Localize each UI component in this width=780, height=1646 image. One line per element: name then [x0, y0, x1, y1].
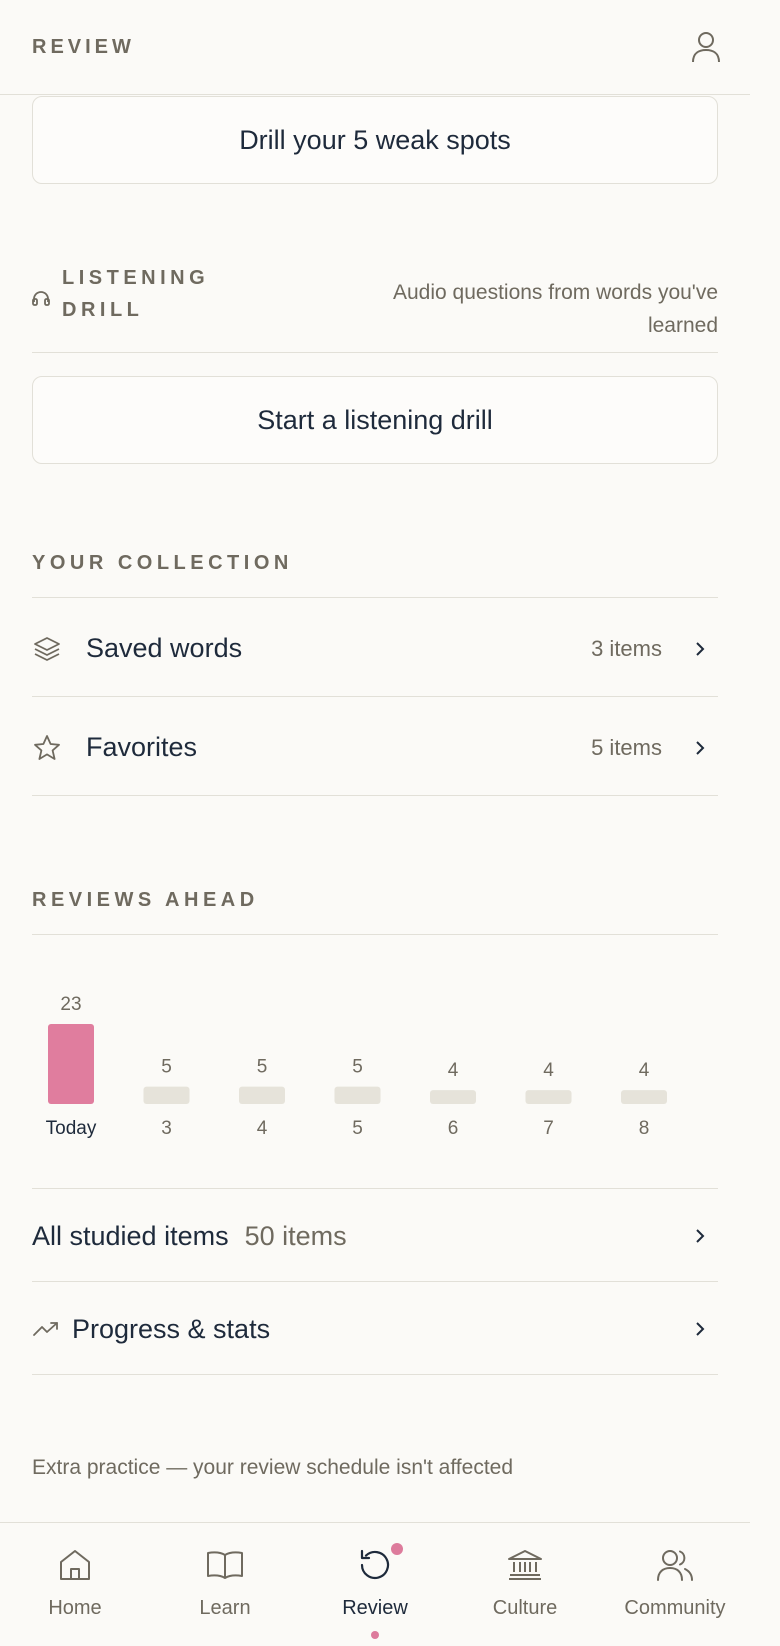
nav-home-label: Home [48, 1597, 102, 1619]
chart-value-label: 5 [257, 1057, 268, 1078]
chart-category-label: 5 [352, 1118, 363, 1139]
collection-section-label: YOUR COLLECTION [32, 552, 293, 574]
nav-community[interactable]: Community [600, 1523, 750, 1646]
home-icon [60, 1550, 90, 1580]
book-icon [207, 1551, 243, 1579]
nav-learn[interactable]: Learn [150, 1523, 300, 1646]
app-header: REVIEW [0, 0, 750, 95]
saved-words-label: Saved words [86, 633, 243, 663]
bottom-nav: Home Learn Review Culture Community [0, 1522, 750, 1646]
saved-words-row[interactable]: Saved words 3 items [32, 597, 718, 700]
chart-bar [239, 1086, 285, 1104]
chevron-right-icon [696, 740, 705, 755]
chart-value-label: 5 [352, 1057, 363, 1078]
divider [32, 352, 718, 353]
headphones-icon [32, 291, 50, 306]
notification-dot [391, 1543, 403, 1555]
reviews-ahead-svg: 23 Today 5 3 5 4 5 5 4 6 4 7 4 8 [46, 994, 667, 1139]
all-studied-items-row[interactable]: All studied items 50 items [32, 1188, 718, 1284]
trending-up-icon [33, 1322, 58, 1336]
drill-weak-spots-button[interactable]: Drill your 5 weak spots [32, 96, 718, 184]
favorites-count: 5 items [591, 734, 662, 760]
favorites-label: Favorites [86, 732, 198, 762]
nav-culture[interactable]: Culture [450, 1523, 600, 1646]
chart-category-label: 6 [448, 1118, 459, 1139]
chevron-right-icon [696, 641, 705, 656]
listening-title-line1: LISTENING [62, 267, 210, 289]
all-studied-items-count: 50 items [244, 1220, 347, 1251]
divider [32, 795, 718, 796]
museum-icon [508, 1550, 542, 1580]
chart-value-label: 4 [448, 1060, 459, 1081]
user-icon [692, 32, 720, 63]
divider [32, 1374, 718, 1375]
nav-community-label: Community [624, 1597, 726, 1619]
chart-value-label: 4 [543, 1060, 554, 1081]
chevron-right-icon [696, 1322, 705, 1336]
chevron-right-icon [696, 1229, 705, 1243]
listening-title-group: LISTENING DRILL [32, 262, 209, 326]
nav-culture-label: Culture [492, 1597, 558, 1619]
nav-review-label: Review [342, 1597, 408, 1619]
listening-title-line2: DRILL [62, 299, 144, 321]
divider [32, 934, 718, 935]
nav-review[interactable]: Review [300, 1523, 450, 1646]
progress-stats-row[interactable]: Progress & stats [32, 1281, 718, 1377]
chart-bar [48, 1024, 94, 1104]
reviews-ahead-chart: 23 Today 5 3 5 4 5 5 4 6 4 7 4 8 [32, 970, 718, 1170]
users-icon [657, 1550, 693, 1581]
chart-bar [430, 1090, 476, 1104]
chart-category-label: 7 [543, 1118, 554, 1139]
listening-drill-header: LISTENING DRILL Audio questions from wor… [32, 262, 718, 350]
layers-icon [34, 636, 60, 661]
chart-category-label: 4 [257, 1118, 268, 1139]
start-listening-drill-label: Start a listening drill [257, 404, 493, 435]
chart-bar [621, 1090, 667, 1104]
chart-value-label: 5 [161, 1057, 172, 1078]
refresh-icon [360, 1549, 390, 1580]
extra-practice-note: Extra practice — your review schedule is… [32, 1456, 514, 1479]
drill-weak-spots-label: Drill your 5 weak spots [239, 124, 511, 155]
start-listening-drill-button[interactable]: Start a listening drill [32, 376, 718, 464]
active-indicator [371, 1631, 379, 1639]
progress-stats-label: Progress & stats [72, 1313, 271, 1344]
chart-bar [334, 1086, 381, 1104]
chart-category-label: 3 [161, 1118, 172, 1139]
chart-bar [143, 1086, 190, 1104]
favorites-row[interactable]: Favorites 5 items [32, 696, 718, 799]
profile-button[interactable] [688, 29, 724, 65]
chart-value-label: 4 [639, 1060, 650, 1081]
chart-category-label: Today [46, 1118, 97, 1139]
nav-learn-label: Learn [199, 1597, 251, 1619]
reviews-ahead-label: REVIEWS AHEAD [32, 889, 259, 911]
listening-description: Audio questions from words you've learne… [392, 281, 718, 337]
nav-home[interactable]: Home [0, 1523, 150, 1646]
all-studied-items-label: All studied items [32, 1220, 229, 1251]
star-icon [34, 734, 60, 760]
chart-value-label: 23 [60, 994, 81, 1015]
page-title: REVIEW [32, 35, 135, 58]
saved-words-count: 3 items [591, 635, 662, 661]
chart-category-label: 8 [639, 1118, 650, 1139]
chart-bar [525, 1090, 572, 1104]
